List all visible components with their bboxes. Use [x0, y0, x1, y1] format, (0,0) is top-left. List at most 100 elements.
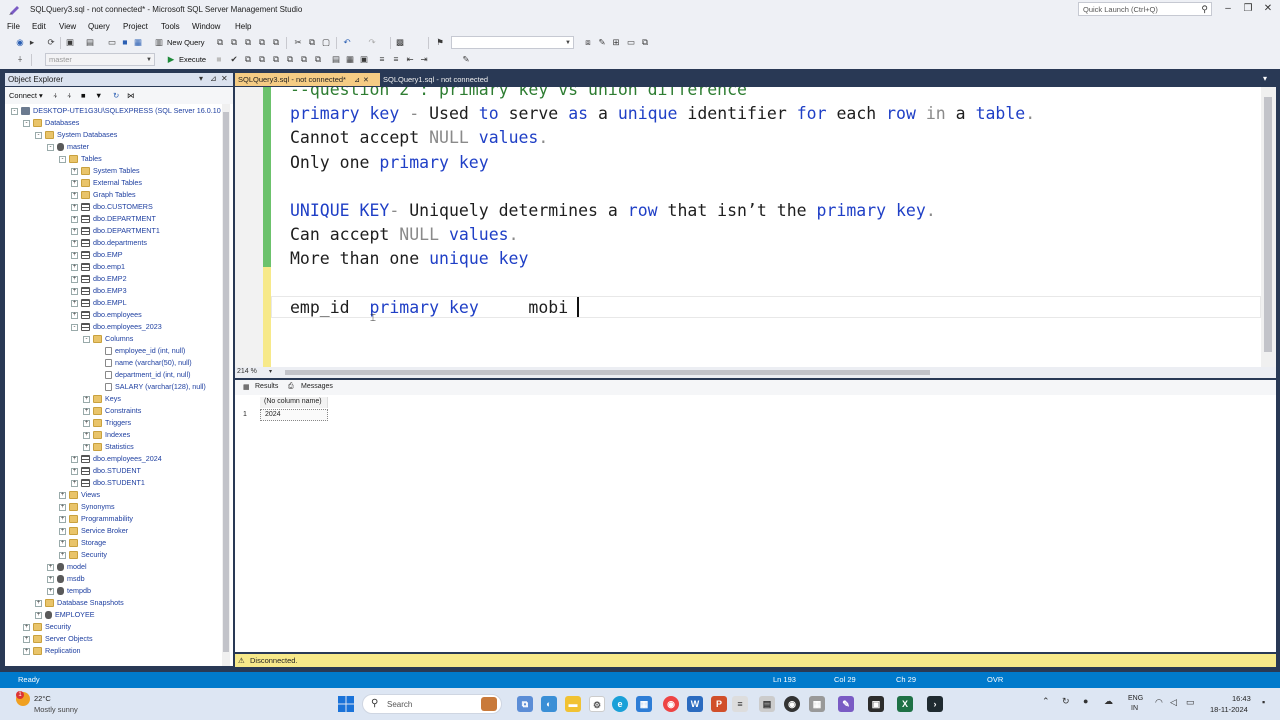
sync-icon[interactable]: ↻	[1062, 696, 1070, 707]
new-query-icon[interactable]: ▥	[153, 36, 165, 49]
tree-node[interactable]: + dbo.employees	[71, 309, 142, 321]
expand-icon[interactable]: +	[71, 263, 78, 271]
expand-icon[interactable]: +	[71, 251, 78, 259]
notepad-icon[interactable]: ≡	[732, 696, 748, 712]
das-query-icon[interactable]: ⧉	[256, 36, 268, 49]
expand-icon[interactable]: +	[71, 479, 78, 487]
pin-icon[interactable]: ⊿	[354, 77, 360, 84]
tree-node[interactable]: - Databases	[23, 117, 79, 129]
include-plan-icon[interactable]: ⧉	[284, 53, 296, 66]
collapse-icon[interactable]: -	[23, 119, 30, 127]
chrome-icon[interactable]: ◉	[663, 696, 679, 712]
expand-icon[interactable]: +	[71, 455, 78, 463]
editor-vertical-scrollbar[interactable]	[1261, 87, 1276, 367]
pin-icon[interactable]: ⊿	[210, 74, 217, 83]
parse-icon[interactable]: ✔	[228, 53, 240, 66]
properties-icon[interactable]: ✎	[596, 36, 608, 49]
zoom-level[interactable]: 214 %	[237, 368, 257, 375]
chevron-down-icon[interactable]: ▾	[199, 74, 203, 83]
expand-icon[interactable]: +	[71, 167, 78, 175]
refresh-icon[interactable]: ↻	[113, 91, 119, 100]
collapse-icon[interactable]: -	[47, 143, 54, 151]
tree-node[interactable]: + Replication	[23, 645, 81, 657]
client-stats-icon[interactable]: ⧉	[312, 53, 324, 66]
wifi-icon[interactable]: ◠	[1155, 697, 1163, 708]
analysis-query-icon[interactable]: ⧉	[270, 36, 282, 49]
tree-node[interactable]: + dbo.CUSTOMERS	[71, 201, 153, 213]
expand-icon[interactable]: +	[23, 647, 30, 655]
tree-node[interactable]: + External Tables	[71, 177, 142, 189]
widgets-icon[interactable]: ◐	[541, 696, 557, 712]
tree-node[interactable]: + Storage	[59, 537, 106, 549]
tree-node[interactable]: + System Tables	[71, 165, 140, 177]
expand-icon[interactable]: +	[71, 275, 78, 283]
menu-project[interactable]: Project	[123, 22, 148, 31]
database-select[interactable]: master ▼	[45, 53, 155, 66]
disconnect-icon[interactable]: ⍭	[67, 91, 72, 101]
tree-node[interactable]: + Security	[23, 621, 71, 633]
gallery-icon[interactable]: ▣	[868, 696, 884, 712]
new-query-button[interactable]: New Query	[167, 38, 205, 47]
chevron-down-icon[interactable]: ▾	[269, 368, 272, 375]
tree-node[interactable]: + Server Objects	[23, 633, 93, 645]
expand-icon[interactable]: +	[71, 239, 78, 247]
menu-help[interactable]: Help	[235, 22, 251, 31]
save-all-icon[interactable]: ▦	[132, 36, 144, 49]
live-stats-icon[interactable]: ⧉	[298, 53, 310, 66]
expand-icon[interactable]: +	[71, 467, 78, 475]
uncomment-icon[interactable]: ≡	[390, 53, 402, 66]
expand-icon[interactable]: +	[71, 191, 78, 199]
volume-icon[interactable]: ◁	[1170, 697, 1177, 708]
edge-icon[interactable]: e	[612, 696, 628, 712]
execute-button[interactable]: Execute	[179, 55, 206, 64]
tree-node[interactable]: + dbo.STUDENT1	[71, 477, 145, 489]
tree-node[interactable]: - master	[47, 141, 89, 153]
messages-tab[interactable]: Messages	[301, 383, 333, 390]
code-line[interactable]: More than one unique key	[290, 247, 528, 271]
tree-node[interactable]: + Keys	[83, 393, 121, 405]
expand-icon[interactable]: +	[83, 443, 90, 451]
code-line[interactable]: Cannot accept NULL values.	[290, 126, 548, 150]
tab-sqlquery1[interactable]: SQLQuery1.sql - not connected	[380, 73, 500, 86]
results-to-grid-icon[interactable]: ▦	[344, 53, 356, 66]
collapse-icon[interactable]: -	[83, 335, 90, 343]
tree-node[interactable]: - Columns	[83, 333, 133, 345]
cancel-query-icon[interactable]: ■	[214, 53, 224, 66]
save-icon[interactable]: ■	[119, 36, 131, 49]
expand-icon[interactable]: +	[83, 407, 90, 415]
activity-monitor-icon[interactable]: ▩	[394, 36, 406, 49]
tab-sqlquery3[interactable]: SQLQuery3.sql - not connected* ⊿ ✕	[235, 73, 380, 86]
results-tab[interactable]: Results	[255, 383, 278, 390]
mdx-query-icon[interactable]: ⧉	[214, 36, 226, 49]
close-icon[interactable]: ✕	[1260, 2, 1276, 16]
tree-node[interactable]: + dbo.STUDENT	[71, 465, 141, 477]
tree-node[interactable]: + EMPLOYEE	[35, 609, 95, 621]
collapse-icon[interactable]: -	[11, 107, 18, 115]
forward-icon[interactable]: ▸	[27, 36, 37, 49]
collapse-icon[interactable]: -	[35, 131, 42, 139]
expand-icon[interactable]: +	[59, 503, 66, 511]
scrollbar-thumb[interactable]	[1264, 97, 1272, 352]
tree-node[interactable]: + tempdb	[47, 585, 91, 597]
tree-node[interactable]: + model	[47, 561, 87, 573]
expand-icon[interactable]: +	[83, 431, 90, 439]
code-line[interactable]: Can accept NULL values.	[290, 223, 519, 247]
menu-file[interactable]: File	[7, 22, 20, 31]
ssms-icon[interactable]: ✎	[838, 696, 854, 712]
close-icon[interactable]: ✕	[363, 77, 369, 84]
chevron-down-icon[interactable]: ▾	[1263, 74, 1267, 83]
tree-node[interactable]: + dbo.EMP2	[71, 273, 127, 285]
tree-node[interactable]: - System Databases	[35, 129, 117, 141]
filter-icon[interactable]: ▼	[95, 91, 102, 100]
powerpoint-icon[interactable]: P	[711, 696, 727, 712]
menu-tools[interactable]: Tools	[161, 22, 180, 31]
display-plan-icon[interactable]: ⧉	[242, 53, 254, 66]
file-explorer-icon[interactable]: ▬	[565, 696, 581, 712]
tree-node[interactable]: + dbo.emp1	[71, 261, 125, 273]
calculator-icon[interactable]: ▦	[809, 696, 825, 712]
tree-node[interactable]: name (varchar(50), null)	[95, 357, 192, 369]
menu-window[interactable]: Window	[192, 22, 220, 31]
find-icon[interactable]: ⚑	[434, 36, 446, 49]
undo-icon[interactable]: ↶	[341, 36, 353, 49]
cloud-icon[interactable]: ☁	[1104, 696, 1113, 707]
